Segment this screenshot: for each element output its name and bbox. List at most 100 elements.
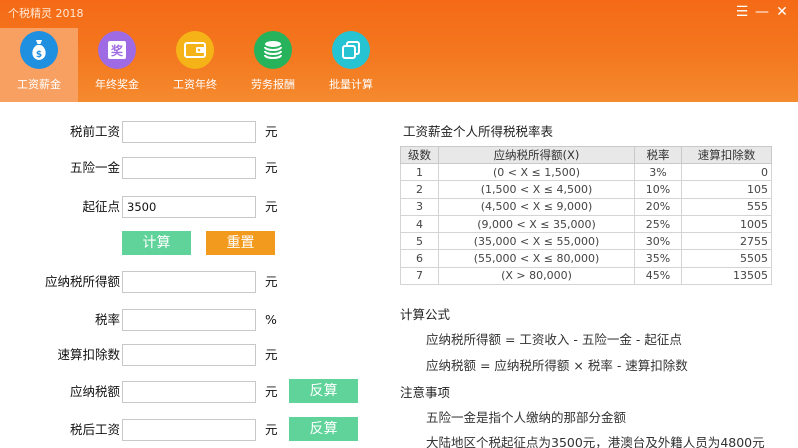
bonus-badge-icon: 奖: [98, 31, 136, 69]
header-level: 级数: [400, 146, 439, 164]
tab-batch-calculation[interactable]: 批量计算: [312, 28, 390, 102]
app-title: 个税精灵 2018: [8, 7, 84, 20]
table-row: 5 (35,000 < X ≤ 55,000) 30% 2755: [400, 232, 772, 251]
reset-button[interactable]: 重置: [206, 231, 275, 255]
header-deduction: 速算扣除数: [681, 146, 772, 164]
after-tax-input[interactable]: [122, 419, 256, 441]
close-icon[interactable]: ✕: [772, 2, 792, 22]
menu-icon[interactable]: ☰: [732, 2, 752, 22]
table-row: 2 (1,500 < X ≤ 4,500) 10% 105: [400, 180, 772, 199]
cell-level: 2: [400, 180, 439, 199]
cell-rate: 3%: [634, 162, 682, 182]
tab-label: 批量计算: [329, 78, 373, 91]
cell-deduction: 555: [681, 197, 772, 216]
note-line: 大陆地区个税起征点为3500元，港澳台及外籍人员为4800元: [426, 435, 765, 448]
title-bar: 个税精灵 2018 ☰ — ✕ $ 工资薪金 奖 年终奖金 工资年终 劳务报酬 …: [0, 0, 798, 102]
table-row: 7 (X > 80,000) 45% 13505: [400, 266, 772, 286]
tab-label: 劳务报酬: [251, 78, 295, 91]
cell-level: 5: [400, 232, 439, 251]
coins-stack-icon: [254, 31, 292, 69]
insurance-input[interactable]: [122, 157, 256, 179]
after-tax-label: 税后工资: [69, 422, 120, 437]
taxable-income-row: 应纳税所得额: [0, 271, 120, 293]
quick-deduction-row: 速算扣除数: [0, 344, 120, 366]
threshold-row: 起征点: [0, 196, 120, 218]
tab-salary-year-end[interactable]: 工资年终: [156, 28, 234, 102]
tab-label: 工资年终: [173, 78, 217, 91]
taxable-income-input[interactable]: [122, 271, 256, 293]
cell-rate: 20%: [634, 197, 682, 216]
money-bag-icon: $: [20, 31, 58, 69]
tab-salary[interactable]: $ 工资薪金: [0, 28, 78, 102]
cell-level: 7: [400, 266, 439, 286]
threshold-label: 起征点: [82, 199, 120, 214]
cell-deduction: 105: [681, 180, 772, 199]
table-row: 3 (4,500 < X ≤ 9,000) 20% 555: [400, 197, 772, 216]
cell-rate: 30%: [634, 232, 682, 251]
cell-range: (1,500 < X ≤ 4,500): [438, 180, 635, 199]
header-taxable-range: 应纳税所得额(X): [438, 146, 635, 164]
cell-deduction: 0: [681, 162, 772, 182]
svg-text:$: $: [36, 50, 42, 60]
insurance-label: 五险一金: [69, 160, 120, 175]
quick-deduction-input[interactable]: [122, 344, 256, 366]
table-row: 4 (9,000 < X ≤ 35,000) 25% 1005: [400, 214, 772, 234]
insurance-unit: 元: [265, 160, 278, 175]
tax-rate-unit: %: [265, 312, 277, 327]
taxable-income-unit: 元: [265, 274, 278, 289]
threshold-input[interactable]: [122, 196, 256, 218]
tax-rate-label: 税率: [94, 312, 120, 327]
pre-tax-input[interactable]: [122, 121, 256, 143]
pre-tax-unit: 元: [265, 124, 278, 139]
cell-deduction: 5505: [681, 249, 772, 268]
cell-range: (55,000 < X ≤ 80,000): [438, 249, 635, 268]
tab-label: 年终奖金: [95, 78, 139, 91]
table-row: 1 (0 < X ≤ 1,500) 3% 0: [400, 162, 772, 182]
cell-deduction: 2755: [681, 232, 772, 251]
cell-rate: 25%: [634, 214, 682, 234]
tab-labor-remuneration[interactable]: 劳务报酬: [234, 28, 312, 102]
tab-label: 工资薪金: [17, 78, 61, 91]
reverse-calc-tax-button[interactable]: 反算: [289, 379, 358, 403]
tax-payable-input[interactable]: [122, 381, 256, 403]
tax-rate-input[interactable]: [122, 309, 256, 331]
formula-line: 应纳税额 = 应纳税所得额 × 税率 - 速算扣除数: [426, 358, 688, 373]
calculate-button[interactable]: 计算: [122, 231, 191, 255]
pre-tax-label: 税前工资: [69, 124, 120, 139]
tax-payable-row: 应纳税额: [0, 381, 120, 403]
table-row: 6 (55,000 < X ≤ 80,000) 35% 5505: [400, 249, 772, 268]
copy-pages-icon: [332, 31, 370, 69]
cell-deduction: 1005: [681, 214, 772, 234]
reverse-calc-salary-button[interactable]: 反算: [289, 417, 358, 441]
svg-text:奖: 奖: [111, 43, 124, 58]
cell-level: 4: [400, 214, 439, 234]
table-header-row: 级数 应纳税所得额(X) 税率 速算扣除数: [400, 146, 772, 164]
rate-table-title: 工资薪金个人所得税税率表: [403, 124, 554, 139]
after-tax-row: 税后工资: [0, 419, 120, 441]
cell-level: 1: [400, 162, 439, 182]
formula-line: 应纳税所得额 = 工资收入 - 五险一金 - 起征点: [426, 332, 682, 347]
after-tax-unit: 元: [265, 422, 278, 437]
cell-rate: 45%: [634, 266, 682, 286]
taxable-income-label: 应纳税所得额: [44, 274, 120, 289]
pre-tax-row: 税前工资: [0, 121, 120, 143]
tax-payable-label: 应纳税额: [69, 384, 120, 399]
wallet-icon: [176, 31, 214, 69]
notes-title: 注意事项: [400, 385, 451, 400]
tab-year-end-bonus[interactable]: 奖 年终奖金: [78, 28, 156, 102]
cell-range: (35,000 < X ≤ 55,000): [438, 232, 635, 251]
header-rate: 税率: [634, 146, 682, 164]
window-controls: ☰ — ✕: [732, 2, 792, 22]
tab-bar: $ 工资薪金 奖 年终奖金 工资年终 劳务报酬 批量计算: [0, 28, 390, 102]
cell-rate: 35%: [634, 249, 682, 268]
cell-range: (X > 80,000): [438, 266, 635, 286]
cell-level: 6: [400, 249, 439, 268]
quick-deduction-label: 速算扣除数: [57, 347, 120, 362]
tax-rate-row: 税率: [0, 309, 120, 331]
tax-payable-unit: 元: [265, 384, 278, 399]
minimize-icon[interactable]: —: [752, 2, 772, 22]
quick-deduction-unit: 元: [265, 347, 278, 362]
threshold-unit: 元: [265, 199, 278, 214]
rate-table: 级数 应纳税所得额(X) 税率 速算扣除数 1 (0 < X ≤ 1,500) …: [400, 146, 772, 286]
insurance-row: 五险一金: [0, 157, 120, 179]
